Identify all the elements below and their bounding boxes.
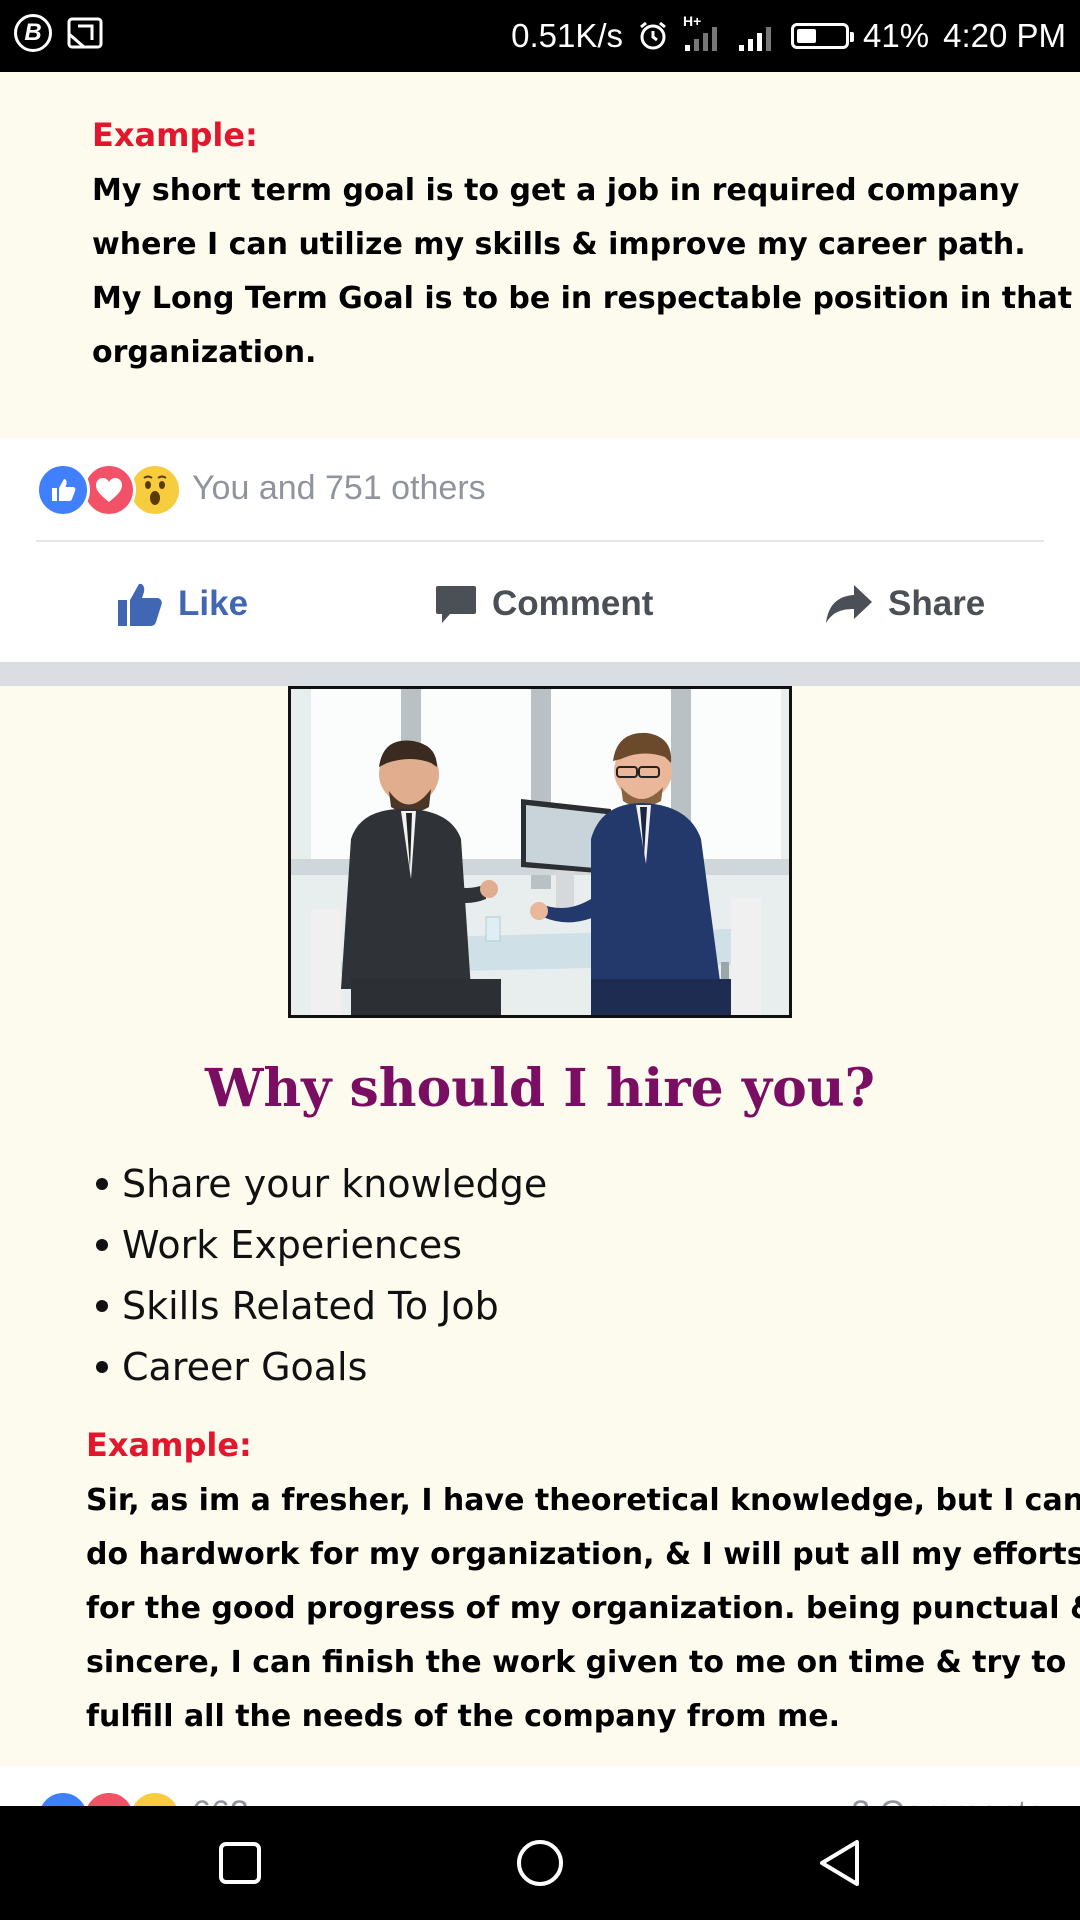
interview-photo[interactable] xyxy=(288,686,792,1018)
share-button[interactable]: Share xyxy=(824,570,985,638)
love-reaction-icon xyxy=(82,463,136,517)
post-footer: You and 751 others Like Comment Share xyxy=(0,438,1080,662)
bullet-text: Career Goals xyxy=(122,1345,368,1389)
screen-cast-icon xyxy=(67,17,103,49)
square-icon xyxy=(219,1842,261,1884)
example-label: Example: xyxy=(92,116,258,154)
app-notification-icon: B xyxy=(14,14,52,52)
like-reaction-icon xyxy=(36,463,90,517)
signal-icon-1: H+ xyxy=(683,13,723,53)
status-bar: B 0.51K/s H+ 41% 4:20 PM xyxy=(0,0,1080,72)
comment-button[interactable]: Comment xyxy=(434,570,653,638)
post-actions: Like Comment Share xyxy=(0,570,1080,638)
navigation-bar xyxy=(0,1806,1080,1920)
post-image-text-1: Example: My short term goal is to get a … xyxy=(0,72,1080,438)
reaction-summary[interactable]: You and 751 others xyxy=(192,469,486,508)
battery-icon xyxy=(791,23,855,49)
alarm-icon xyxy=(640,21,666,50)
example-text: Sir, as im a fresher, I have theoretical… xyxy=(86,1474,1080,1744)
example-label: Example: xyxy=(86,1426,252,1464)
like-label: Like xyxy=(178,584,249,623)
example-line: My Long Term Goal is to be in respectabl… xyxy=(92,281,1073,316)
back-triangle-icon xyxy=(820,1840,859,1886)
network-speed: 0.51K/s xyxy=(511,17,624,54)
like-reaction-icon xyxy=(36,1790,90,1806)
post-image-text-2: Why should I hire you? Share your knowle… xyxy=(0,686,1080,1766)
signal-icon-2 xyxy=(739,27,772,51)
question-title: Why should I hire you? xyxy=(204,1058,876,1119)
back-button[interactable] xyxy=(780,1806,900,1920)
wow-reaction-icon xyxy=(128,463,182,517)
home-button[interactable] xyxy=(480,1806,600,1920)
post-separator xyxy=(0,662,1080,686)
bullet-dot xyxy=(96,1177,108,1190)
bullet-item: Work Experiences xyxy=(96,1215,547,1276)
example-line: My short term goal is to get a job in re… xyxy=(92,173,1020,208)
recent-apps-button[interactable] xyxy=(180,1806,300,1920)
clock: 4:20 PM xyxy=(943,17,1066,54)
bullet-text: Skills Related To Job xyxy=(122,1284,499,1328)
bullet-dot xyxy=(96,1299,108,1312)
circle-icon xyxy=(517,1840,563,1886)
bullet-item: Skills Related To Job xyxy=(96,1276,547,1337)
example-line: organization. xyxy=(92,335,317,370)
battery-percent: 41% xyxy=(863,17,930,54)
share-icon xyxy=(826,585,872,623)
bullet-item: Career Goals xyxy=(96,1337,547,1398)
like-button[interactable]: Like xyxy=(116,570,248,638)
reaction-icons-2[interactable] xyxy=(36,1790,182,1806)
bullet-text: Share your knowledge xyxy=(122,1162,548,1206)
bullet-item: Share your knowledge xyxy=(96,1154,547,1215)
comment-icon xyxy=(436,586,476,623)
reaction-icons[interactable] xyxy=(36,463,182,517)
share-label: Share xyxy=(888,584,986,623)
bullet-dot xyxy=(96,1238,108,1251)
thumbs-up-icon xyxy=(118,583,162,626)
example-line: fulfill all the needs of the company fro… xyxy=(86,1699,840,1734)
bullet-list: Share your knowledge Work Experiences Sk… xyxy=(96,1154,547,1398)
divider xyxy=(36,540,1044,542)
example-line: for the good progress of my organization… xyxy=(86,1591,1080,1626)
bullet-text: Work Experiences xyxy=(122,1223,463,1267)
example-line: do hardwork for my organization, & I wil… xyxy=(86,1537,1080,1572)
comment-label: Comment xyxy=(492,584,654,623)
bullet-dot xyxy=(96,1360,108,1373)
example-line: where I can utilize my skills & improve … xyxy=(92,227,1026,262)
wow-reaction-icon xyxy=(128,1790,182,1806)
battery-level xyxy=(797,29,817,43)
example-text: My short term goal is to get a job in re… xyxy=(92,164,1073,380)
example-line: sincere, I can finish the work given to … xyxy=(86,1645,1067,1680)
reaction-summary-2[interactable]: 662 xyxy=(192,1794,249,1806)
love-reaction-icon xyxy=(82,1790,136,1806)
example-line: Sir, as im a fresher, I have theoretical… xyxy=(86,1483,1080,1518)
comment-count[interactable]: 2 Comments xyxy=(851,1794,1044,1806)
post-footer-2: 662 2 Comments xyxy=(0,1766,1080,1806)
